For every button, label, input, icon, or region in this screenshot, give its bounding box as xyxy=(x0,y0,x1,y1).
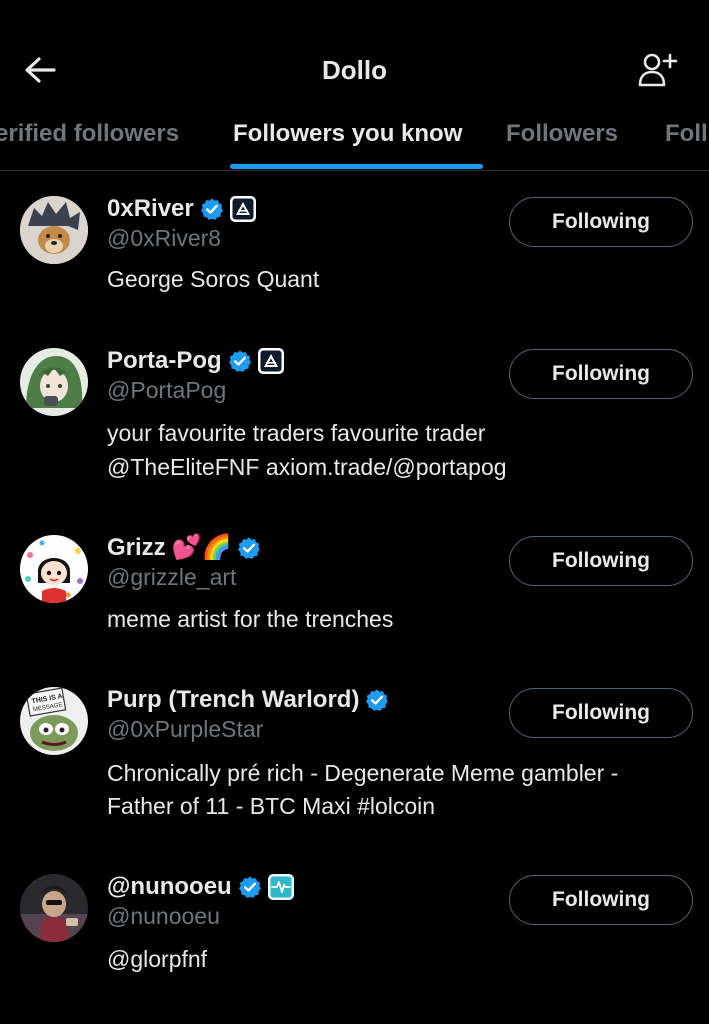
page-title: Dollo xyxy=(322,55,387,85)
affiliate-badge-icon xyxy=(230,196,256,222)
avatar[interactable]: THIS IS A MESSAGE xyxy=(20,687,88,755)
following-button[interactable]: Following xyxy=(509,197,693,247)
display-name[interactable]: Purp (Trench Warlord) xyxy=(107,686,359,714)
verified-badge-icon xyxy=(228,349,252,373)
user-bio-line-2: Father of 11 - BTC Maxi #lolcoin xyxy=(107,793,436,819)
following-button[interactable]: Following xyxy=(509,875,693,925)
avatar[interactable] xyxy=(20,535,88,603)
user-handle[interactable]: @PortaPog xyxy=(107,377,226,404)
following-button[interactable]: Following xyxy=(509,688,693,738)
display-name[interactable]: @nunooeu xyxy=(107,873,232,901)
name-row: 0xRiver xyxy=(107,193,256,225)
avatar[interactable] xyxy=(20,196,88,264)
active-tab-indicator xyxy=(230,164,483,169)
user-bio[interactable]: @glorpfnf xyxy=(107,943,207,976)
following-button[interactable]: Following xyxy=(509,536,693,586)
verified-badge-icon xyxy=(365,688,389,712)
user-bio-line-2: @TheEliteFNF axiom.trade/@portapog xyxy=(107,454,507,480)
display-name[interactable]: 0xRiver xyxy=(107,195,194,223)
user-handle[interactable]: @grizzle_art xyxy=(107,564,236,591)
name-row: Purp (Trench Warlord) xyxy=(107,684,389,716)
avatar[interactable] xyxy=(20,348,88,416)
top-bar: Dollo xyxy=(0,0,709,106)
affiliate-badge-icon xyxy=(258,348,284,374)
display-name[interactable]: Grizz xyxy=(107,534,166,562)
user-bio-line-1: Chronically pré rich - Degenerate Meme g… xyxy=(107,760,619,786)
avatar[interactable] xyxy=(20,874,88,942)
name-emojis: 💕🌈 xyxy=(171,534,232,561)
tab-followers-you-know[interactable]: Followers you know xyxy=(233,118,462,150)
user-handle[interactable]: @0xRiver8 xyxy=(107,225,221,252)
tab-bar: erified followers Followers you know Fol… xyxy=(0,106,709,171)
add-user-button[interactable] xyxy=(633,50,681,90)
tab-followers[interactable]: Followers xyxy=(506,118,618,150)
affiliate-badge-icon xyxy=(267,874,294,900)
user-bio-line-1: your favourite traders favourite trader xyxy=(107,420,486,446)
verified-badge-icon xyxy=(200,197,224,221)
verified-badge-icon xyxy=(238,875,262,899)
display-name[interactable]: Porta-Pog xyxy=(107,347,222,375)
tab-following[interactable]: Foll xyxy=(665,118,708,150)
user-handle[interactable]: @nunooeu xyxy=(107,903,220,930)
user-bio: meme artist for the trenches xyxy=(107,606,394,632)
user-bio: George Soros Quant xyxy=(107,266,320,292)
name-row: @nunooeu xyxy=(107,871,294,903)
name-row: Porta-Pog xyxy=(107,345,284,377)
tab-verified-followers[interactable]: erified followers xyxy=(0,118,179,150)
name-row: Grizz 💕🌈 xyxy=(107,532,261,564)
following-button[interactable]: Following xyxy=(509,349,693,399)
add-user-icon xyxy=(638,53,678,87)
user-handle[interactable]: @0xPurpleStar xyxy=(107,716,263,743)
verified-badge-icon xyxy=(237,536,261,560)
